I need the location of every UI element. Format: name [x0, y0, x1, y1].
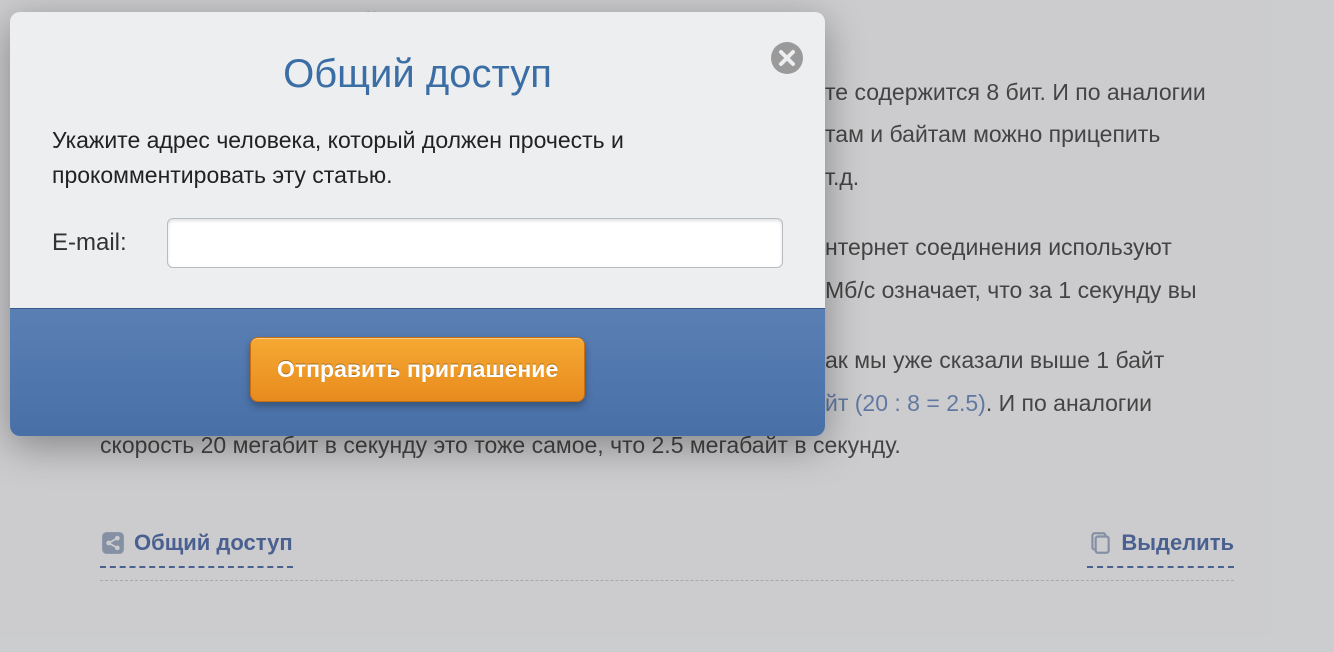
dialog-footer: Отправить приглашение: [10, 308, 825, 436]
email-field-row: E-mail:: [52, 218, 783, 268]
close-icon: [769, 40, 805, 76]
submit-button[interactable]: Отправить приглашение: [250, 337, 585, 402]
dialog-body: Укажите адрес человека, который должен п…: [10, 113, 825, 308]
dialog-description: Укажите адрес человека, который должен п…: [52, 123, 783, 192]
email-input[interactable]: [167, 218, 783, 268]
close-button[interactable]: [769, 40, 805, 76]
email-label: E-mail:: [52, 229, 147, 257]
share-dialog: Общий доступ Укажите адрес человека, кот…: [10, 12, 825, 436]
dialog-title: Общий доступ: [10, 12, 825, 113]
